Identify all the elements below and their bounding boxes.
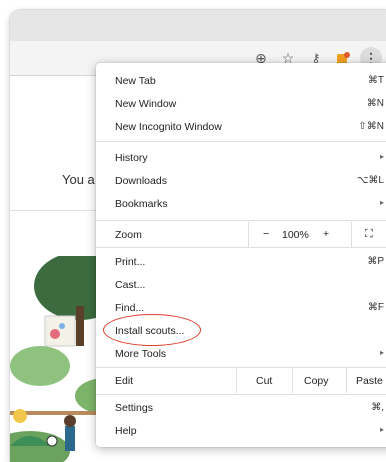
menu-item-cast[interactable]: Cast... (96, 273, 386, 296)
zoom-row: Zoom − 100% + ⛶ (96, 222, 386, 247)
submenu-arrow-icon: ▸ (379, 152, 384, 161)
menu-item-label: Find... (115, 302, 145, 314)
menu-item-new-tab[interactable]: New Tab ⌘T (96, 69, 386, 92)
submenu-arrow-icon: ▸ (379, 198, 384, 207)
menu-separator (96, 247, 386, 248)
menu-item-label: Help (115, 425, 137, 437)
menu-item-shortcut: ⌘T (367, 75, 384, 86)
page-text: You a (62, 172, 95, 187)
menu-item-shortcut: ⌥⌘L (356, 175, 384, 186)
menu-separator (96, 141, 386, 142)
menu-item-settings[interactable]: Settings ⌘, (96, 396, 386, 419)
edit-label: Edit (115, 375, 134, 387)
menu-item-label: Cast... (115, 279, 146, 291)
menu-item-label: More Tools (115, 348, 167, 360)
menu-item-shortcut: ⌘F (367, 302, 384, 313)
menu-item-help[interactable]: Help ▸ (96, 419, 386, 442)
menu-separator (96, 394, 386, 395)
menu-item-label: History (115, 152, 148, 164)
menu-item-label: Downloads (115, 175, 167, 187)
zoom-divider (351, 222, 352, 247)
menu-item-shortcut: ⇧⌘N (358, 121, 384, 132)
menu-item-label: Bookmarks (115, 198, 168, 210)
tab-strip (10, 10, 386, 41)
copy-button[interactable]: Copy (304, 375, 329, 387)
zoom-level: 100% (282, 229, 309, 241)
zoom-divider (248, 222, 249, 247)
zoom-out-button[interactable]: − (263, 228, 269, 240)
edit-divider (292, 368, 293, 393)
menu-separator (96, 220, 386, 221)
submenu-arrow-icon: ▸ (379, 425, 384, 434)
edit-divider (346, 368, 347, 393)
highlight-circle (103, 314, 201, 346)
paste-button[interactable]: Paste (356, 375, 383, 387)
menu-item-print[interactable]: Print... ⌘P (96, 250, 386, 273)
menu-item-history[interactable]: History ▸ (96, 146, 386, 169)
edit-row: Edit Cut Copy Paste (96, 368, 386, 393)
zoom-label: Zoom (115, 229, 142, 241)
menu-item-new-window[interactable]: New Window ⌘N (96, 92, 386, 115)
fullscreen-icon[interactable]: ⛶ (365, 228, 373, 241)
menu-item-label: New Incognito Window (115, 121, 222, 133)
menu-item-label: New Tab (115, 75, 156, 87)
chrome-menu: New Tab ⌘T New Window ⌘N New Incognito W… (96, 63, 386, 447)
menu-item-downloads[interactable]: Downloads ⌥⌘L (96, 169, 386, 192)
submenu-arrow-icon: ▸ (379, 348, 384, 357)
menu-item-shortcut: ⌘N (366, 98, 384, 109)
zoom-in-button[interactable]: + (323, 228, 329, 240)
menu-item-bookmarks[interactable]: Bookmarks ▸ (96, 192, 386, 215)
cut-button[interactable]: Cut (256, 375, 272, 387)
menu-item-shortcut: ⌘, (371, 402, 384, 413)
menu-item-label: Print... (115, 256, 146, 268)
menu-item-new-incognito-window[interactable]: New Incognito Window ⇧⌘N (96, 115, 386, 138)
menu-item-shortcut: ⌘P (367, 256, 384, 267)
edit-divider (236, 368, 237, 393)
menu-item-label: New Window (115, 98, 177, 110)
menu-item-label: Settings (115, 402, 153, 414)
